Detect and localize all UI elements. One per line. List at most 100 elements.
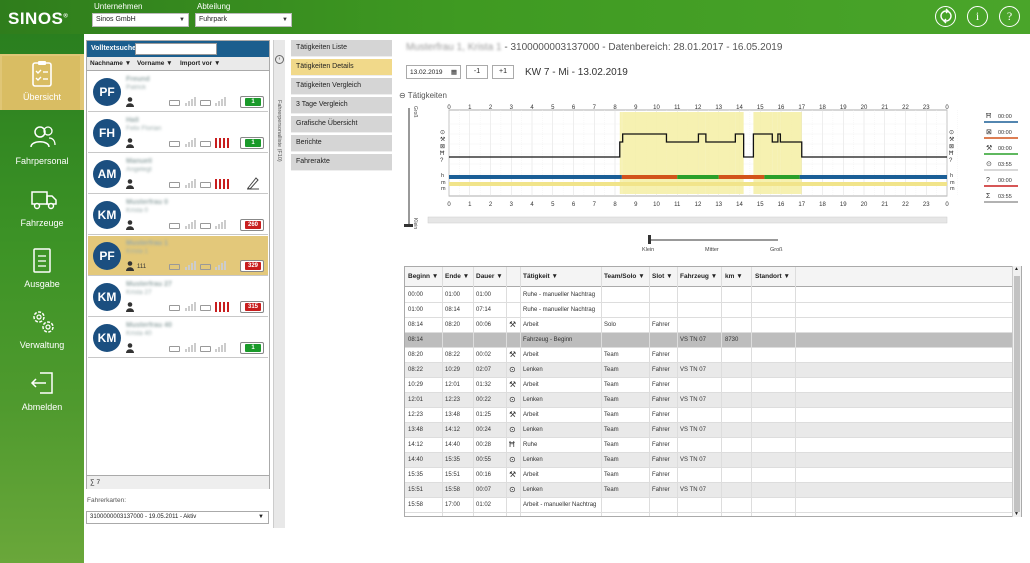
table-row[interactable]: 08:22 10:29 02:07 ⊙ Lenken Team Fahrer VS TN 07 — [405, 363, 1013, 378]
table-scrollbar[interactable]: ▲ ▼ — [1012, 266, 1021, 517]
person-row[interactable]: AM Manuell Angelegt — [88, 154, 268, 194]
x-tick-label-bottom: 21 — [881, 202, 888, 208]
sidebar-item-fahrpersonal[interactable]: Fahrpersonal — [0, 118, 84, 176]
help-icon[interactable]: ? — [999, 6, 1020, 27]
table-row[interactable]: 10:29 12:01 01:32 ⚒ Arbeit Team Fahrer — [405, 378, 1013, 393]
table-cell: 00:02 — [476, 352, 492, 358]
table-row[interactable]: 15:58 17:00 01:02 Arbeit - manueller Nachtr… — [405, 498, 1013, 513]
sidebar-item-fahrzeuge[interactable]: Fahrzeuge — [0, 180, 84, 238]
table-row[interactable]: 12:23 13:48 01:25 ⚒ Arbeit Team Fahrer — [405, 408, 1013, 423]
wheel-icon: ⊙ — [509, 425, 516, 434]
person-row[interactable]: PF Musterfrau 1 Krista 1 111 329 — [88, 236, 268, 276]
refresh-icon[interactable] — [935, 6, 956, 27]
table-cell: 01:25 — [476, 412, 492, 418]
table-row[interactable]: 01:00 08:14 07:14 Ruhe - manueller Nachtrag — [405, 303, 1013, 318]
driver-cards-label: Fahrerkarten: — [87, 497, 127, 504]
info-icon[interactable]: i — [967, 6, 988, 27]
column-header[interactable]: Slot ▼ — [652, 273, 673, 280]
table-row[interactable]: 12:01 12:23 00:22 ⊙ Lenken Team Fahrer VS TN 07 — [405, 393, 1013, 408]
card-icon — [200, 264, 211, 270]
column-header[interactable]: km ▼ — [725, 273, 743, 280]
row-icon-right: ⊙ — [949, 130, 954, 136]
card-icon — [169, 141, 180, 147]
table-row[interactable]: 08:14 08:20 00:06 ⚒ Arbeit Solo Fahrer — [405, 318, 1013, 333]
table-cell: Lenken — [523, 457, 543, 463]
sidebar-item-verwaltung[interactable]: Verwaltung — [0, 302, 84, 360]
menu-item-tätigkeiten-details[interactable]: Tätigkeiten Details — [291, 59, 392, 76]
row-icon-right: ⊠ — [949, 144, 954, 150]
menu-item-tätigkeiten-vergleich[interactable]: Tätigkeiten Vergleich — [291, 78, 392, 95]
section-header-taetigkeiten[interactable]: ⊖ Tätigkeiten — [399, 91, 447, 100]
scrollbar-thumb[interactable] — [1014, 276, 1020, 512]
person-row[interactable]: KM Musterfrau 40 Krista 40 1 — [88, 318, 268, 358]
sidebar-item-ausgabe[interactable]: Ausgabe — [0, 241, 84, 299]
column-header-import[interactable]: Import vor ▼ — [180, 60, 220, 67]
collapse-splitter[interactable]: ‹ Fahrerpersonalliste (F10) — [273, 40, 285, 528]
vertical-zoom-track[interactable] — [408, 108, 410, 226]
department-select[interactable]: Fuhrpark ▼ — [195, 13, 292, 27]
column-header-nachname[interactable]: Nachname ▼ — [90, 60, 131, 67]
zoom-slider-handle[interactable] — [648, 235, 651, 244]
menu-item-berichte[interactable]: Berichte — [291, 135, 392, 152]
x-tick-label-top: 22 — [902, 105, 909, 111]
menu-item-3-tage-vergleich[interactable]: 3 Tage Vergleich — [291, 97, 392, 114]
activity-band-segment — [764, 175, 800, 179]
activity-highlight — [621, 112, 623, 194]
scroll-up-icon[interactable]: ▲ — [1014, 266, 1019, 272]
table-row[interactable]: 14:12 14:40 00:28 Ħ Ruhe Team Fahrer — [405, 438, 1013, 453]
column-header[interactable]: Dauer ▼ — [476, 273, 503, 280]
column-header[interactable]: Fahrzeug ▼ — [680, 273, 717, 280]
person-icon — [126, 179, 134, 189]
row-marker-left: m — [441, 186, 446, 192]
prev-day-button[interactable]: -1 — [466, 65, 488, 79]
column-header[interactable]: Tätigkeit ▼ — [523, 273, 558, 280]
sidebar-item-label: Übersicht — [22, 92, 61, 102]
person-list: Volltextsuche Nachname ▼ Vorname ▼ Impor… — [86, 40, 270, 489]
collapse-left-icon[interactable]: ‹ — [275, 55, 284, 64]
column-header-vorname[interactable]: Vorname ▼ — [137, 60, 173, 67]
table-row[interactable]: 00:00 01:00 01:00 Ruhe - manueller Nachtrag — [405, 288, 1013, 303]
chevron-down-icon: ▼ — [258, 514, 264, 520]
signal-bars-icon — [215, 219, 227, 229]
menu-item-fahrerakte[interactable]: Fahrerakte — [291, 154, 392, 171]
menu-item-tätigkeiten-liste[interactable]: Tätigkeiten Liste — [291, 40, 392, 57]
row-icon-left: ⊠ — [440, 144, 445, 150]
zoom-slider-track[interactable] — [650, 239, 778, 241]
next-day-button[interactable]: +1 — [492, 65, 514, 79]
person-row[interactable]: PF Freund Patrick 1 — [88, 72, 268, 112]
table-row[interactable]: 15:35 15:51 00:16 ⚒ Arbeit Team Fahrer — [405, 468, 1013, 483]
status-badge-count: 315 — [245, 303, 261, 311]
sidebar-item-uebersicht[interactable]: Übersicht — [0, 54, 84, 110]
driver-card-select[interactable]: 3100000003137000 - 19.05.2011 - Aktiv ▼ — [86, 511, 269, 524]
column-divider — [442, 267, 443, 516]
calendar-icon[interactable]: ▦ — [451, 68, 457, 76]
table-row[interactable]: 14:40 15:35 00:55 ⊙ Lenken Team Fahrer VS TN 07 — [405, 453, 1013, 468]
table-row[interactable]: 15:51 15:58 00:07 ⊙ Lenken Team Fahrer VS TN 07 — [405, 483, 1013, 498]
column-divider — [520, 267, 521, 516]
table-row[interactable]: 08:20 08:22 00:02 ⚒ Arbeit Team Fahrer — [405, 348, 1013, 363]
sidebar-item-label: Verwaltung — [19, 340, 65, 350]
person-row[interactable]: FH Hall Felix Florian 1 — [88, 113, 268, 153]
table-cell: VS TN 07 — [680, 457, 706, 463]
table-row[interactable]: 08:14 Fahrzeug - Beginn VS TN 07 8730 — [405, 333, 1013, 348]
status-badge-count: 1 — [245, 344, 261, 352]
company-select[interactable]: Sinos GmbH ▼ — [92, 13, 189, 27]
person-lastname: Hall — [126, 117, 139, 124]
table-row[interactable]: 13:48 14:12 00:24 ⊙ Lenken Team Fahrer VS TN 07 — [405, 423, 1013, 438]
person-row[interactable]: KM Musterfrau 27 Krista 27 315 — [88, 277, 268, 317]
x-tick-label-bottom: 6 — [572, 202, 576, 208]
sidebar-item-abmelden[interactable]: Abmelden — [0, 364, 84, 422]
column-header[interactable]: Beginn ▼ — [408, 273, 438, 280]
column-header[interactable]: Standort ▼ — [755, 273, 790, 280]
menu-item-grafische-übersicht[interactable]: Grafische Übersicht — [291, 116, 392, 133]
table-cell: Team — [604, 442, 619, 448]
column-header[interactable]: Team/Solo ▼ — [604, 273, 645, 280]
table-cell: 12:01 — [445, 382, 461, 388]
scroll-down-icon[interactable]: ▼ — [1014, 511, 1019, 517]
search-input[interactable] — [135, 43, 217, 55]
collapse-icon[interactable]: ⊖ — [399, 91, 406, 100]
card-icon — [169, 346, 180, 352]
person-row[interactable]: KM Musterfrau 0 Krista 0 260 — [88, 195, 268, 235]
column-header[interactable]: Ende ▼ — [445, 273, 469, 280]
date-input[interactable]: 13.02.2019 ▦ — [406, 65, 461, 79]
